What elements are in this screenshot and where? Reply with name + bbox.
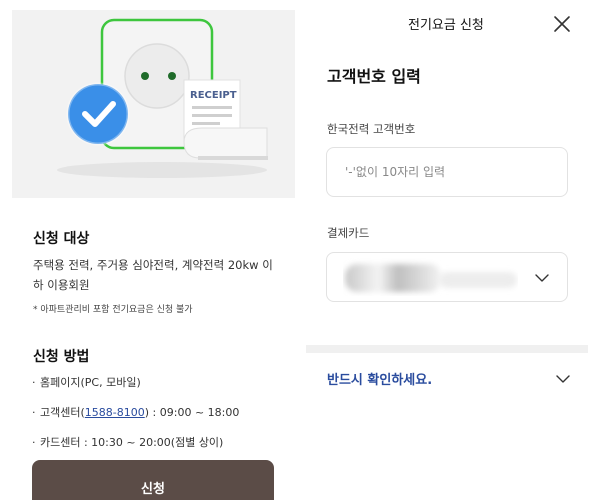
method-item-homepage: · 홈페이지(PC, 모바일): [32, 376, 141, 389]
payment-card-label: 결제카드: [327, 226, 370, 240]
phone-link[interactable]: 1588-8100: [85, 406, 145, 419]
receipt-icon: RECEIPT: [183, 79, 268, 160]
apply-button[interactable]: 신청: [32, 460, 274, 500]
notice-label: 반드시 확인하세요.: [327, 373, 433, 388]
eligibility-title: 신청 대상: [33, 231, 90, 247]
method-item-prefix: 고객센터(: [40, 406, 85, 419]
hero-illustration: RECEIPT: [12, 10, 295, 198]
method-item-text: 홈페이지(PC, 모바일): [40, 376, 141, 389]
eligibility-note: * 아파트관리비 포함 전기요금은 신청 불가: [33, 305, 193, 315]
close-icon[interactable]: [552, 14, 572, 34]
method-item-suffix: ) : 09:00 ~ 18:00: [144, 406, 240, 419]
chevron-down-icon: [535, 274, 549, 282]
check-badge-icon: [66, 82, 130, 146]
method-item-text: 카드센터 : 10:30 ~ 20:00(점별 상이): [40, 436, 224, 449]
payment-card-select[interactable]: [326, 252, 568, 302]
section-divider: [306, 345, 588, 353]
receipt-label: RECEIPT: [190, 90, 237, 101]
eligibility-description: 주택용 전력, 주거용 심야전력, 계약전력 20kw 이하 이용회원: [33, 258, 273, 292]
header-title: 전기요금 신청: [408, 18, 484, 33]
masked-card-image: [345, 264, 517, 292]
info-panel: RECEIPT 신청 대상 주택용 전력, 주거용 심야전력, 계약전력 20k…: [0, 0, 300, 500]
chevron-down-icon: [556, 375, 570, 383]
customer-number-label: 한국전력 고객번호: [327, 122, 416, 136]
method-title: 신청 방법: [33, 349, 90, 365]
notice-accordion[interactable]: 반드시 확인하세요.: [306, 353, 588, 403]
page-title: 고객번호 입력: [327, 67, 421, 86]
method-item-card-center: · 카드센터 : 10:30 ~ 20:00(점별 상이): [32, 436, 224, 449]
customer-number-input[interactable]: [326, 147, 568, 197]
method-item-call-center: · 고객센터(1588-8100) : 09:00 ~ 18:00: [32, 406, 240, 419]
